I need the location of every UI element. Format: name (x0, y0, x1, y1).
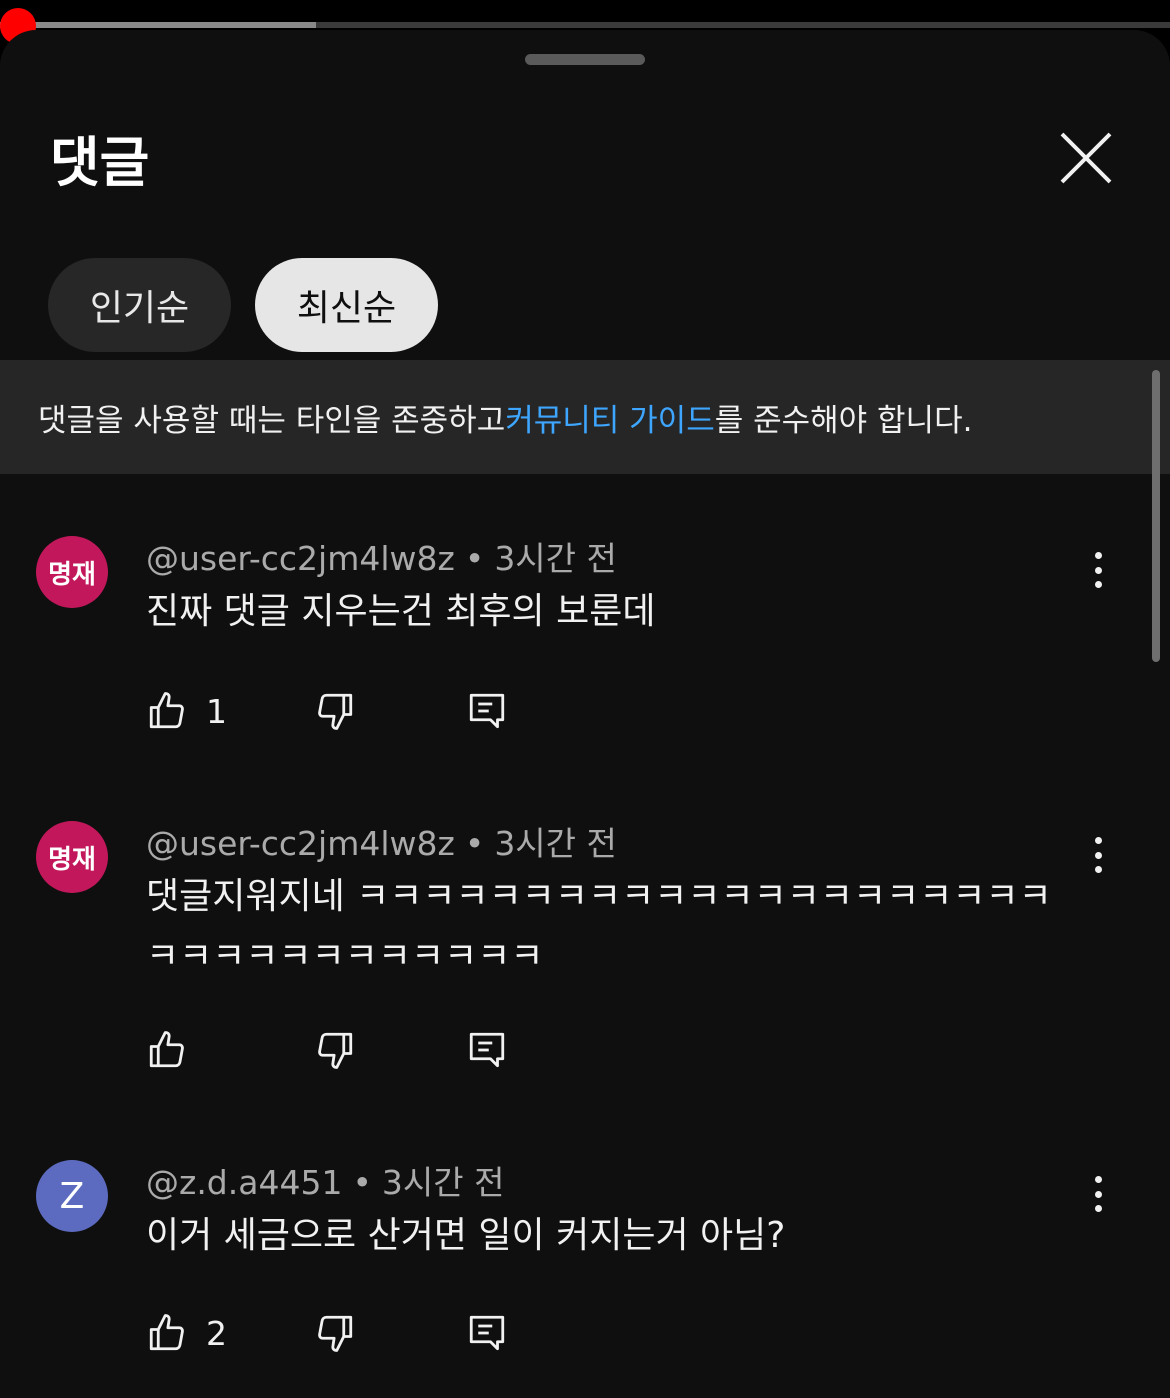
thumbs-down-icon (318, 693, 353, 730)
comment-actions: 1 (146, 690, 546, 734)
like-button[interactable]: 1 (146, 690, 227, 732)
reply-comment-icon (469, 1315, 505, 1351)
comment-meta: @z.d.a4451 • 3시간 전 (146, 1156, 505, 1204)
dislike-button[interactable] (314, 1312, 356, 1354)
comment-author[interactable]: @user-cc2jm4lw8z (146, 824, 455, 863)
more-options-button[interactable] (1080, 1170, 1116, 1218)
close-button[interactable] (1050, 122, 1122, 194)
sort-chip-newest[interactable]: 최신순 (255, 258, 438, 352)
sort-chip-popular[interactable]: 인기순 (48, 258, 231, 352)
more-options-button[interactable] (1080, 546, 1116, 594)
video-progress-fill (0, 22, 316, 28)
reply-comment-icon (469, 693, 505, 729)
like-count: 1 (206, 691, 227, 731)
reply-button[interactable] (466, 1312, 508, 1354)
more-options-button[interactable] (1080, 831, 1116, 879)
reply-button[interactable] (466, 1029, 508, 1071)
avatar[interactable]: Z (36, 1160, 108, 1232)
community-guidelines-link[interactable]: 커뮤니티 가이드 (505, 395, 715, 440)
community-guideline-banner: 댓글을 사용할 때는 타인을 존중하고 커뮤니티 가이드 를 준수해야 합니다. (0, 360, 1170, 474)
comment-time: 3시간 전 (494, 824, 617, 863)
comment-time: 3시간 전 (381, 1163, 505, 1202)
avatar[interactable]: 명재 (36, 821, 108, 893)
video-progress-bar[interactable] (0, 22, 1170, 28)
comment-text: 진짜 댓글 지우는건 최후의 보룬데 (146, 591, 656, 632)
guideline-suffix: 를 준수해야 합니다. (714, 402, 973, 439)
reply-comment-icon (469, 1032, 505, 1068)
like-count: 2 (206, 1313, 227, 1353)
comment-actions: 2 (146, 1312, 546, 1356)
dislike-button[interactable] (314, 690, 356, 732)
meta-separator: • (464, 824, 485, 863)
meta-separator: • (352, 1163, 372, 1202)
comment-meta: @user-cc2jm4lw8z • 3시간 전 (146, 817, 617, 865)
scrollbar[interactable] (1152, 370, 1160, 662)
comments-sheet: 댓글 인기순 최신순 댓글을 사용할 때는 타인을 존중하고 커뮤니티 가이드 를… (0, 30, 1170, 1398)
comment-text: 댓글지워지네 ㅋㅋㅋㅋㅋㅋㅋㅋㅋㅋㅋㅋㅋㅋㅋㅋㅋㅋㅋㅋㅋㅋㅋㅋㅋㅋㅋㅋㅋㅋㅋㅋㅋ (146, 876, 1052, 977)
comment-actions (146, 1029, 546, 1073)
like-button[interactable]: 2 (146, 1312, 227, 1354)
meta-separator: • (464, 539, 485, 578)
dislike-button[interactable] (314, 1029, 356, 1071)
like-button[interactable] (146, 1029, 206, 1071)
thumbs-up-icon (149, 1314, 184, 1351)
close-icon (1060, 132, 1112, 184)
sheet-title: 댓글 (50, 131, 150, 194)
comment-meta: @user-cc2jm4lw8z • 3시간 전 (146, 532, 617, 580)
comment-text: 이거 세금으로 산거면 일이 커지는거 아님? (146, 1215, 786, 1256)
avatar[interactable]: 명재 (36, 536, 108, 608)
comment-time: 3시간 전 (494, 539, 617, 578)
guideline-prefix: 댓글을 사용할 때는 타인을 존중하고 (38, 402, 506, 439)
thumbs-down-icon (318, 1032, 353, 1069)
thumbs-up-icon (149, 692, 184, 729)
comment-author[interactable]: @z.d.a4451 (146, 1163, 342, 1202)
thumbs-down-icon (318, 1315, 353, 1352)
sheet-drag-handle[interactable] (525, 54, 645, 65)
comment-author[interactable]: @user-cc2jm4lw8z (146, 539, 455, 578)
reply-button[interactable] (466, 690, 508, 732)
thumbs-up-icon (149, 1031, 184, 1068)
